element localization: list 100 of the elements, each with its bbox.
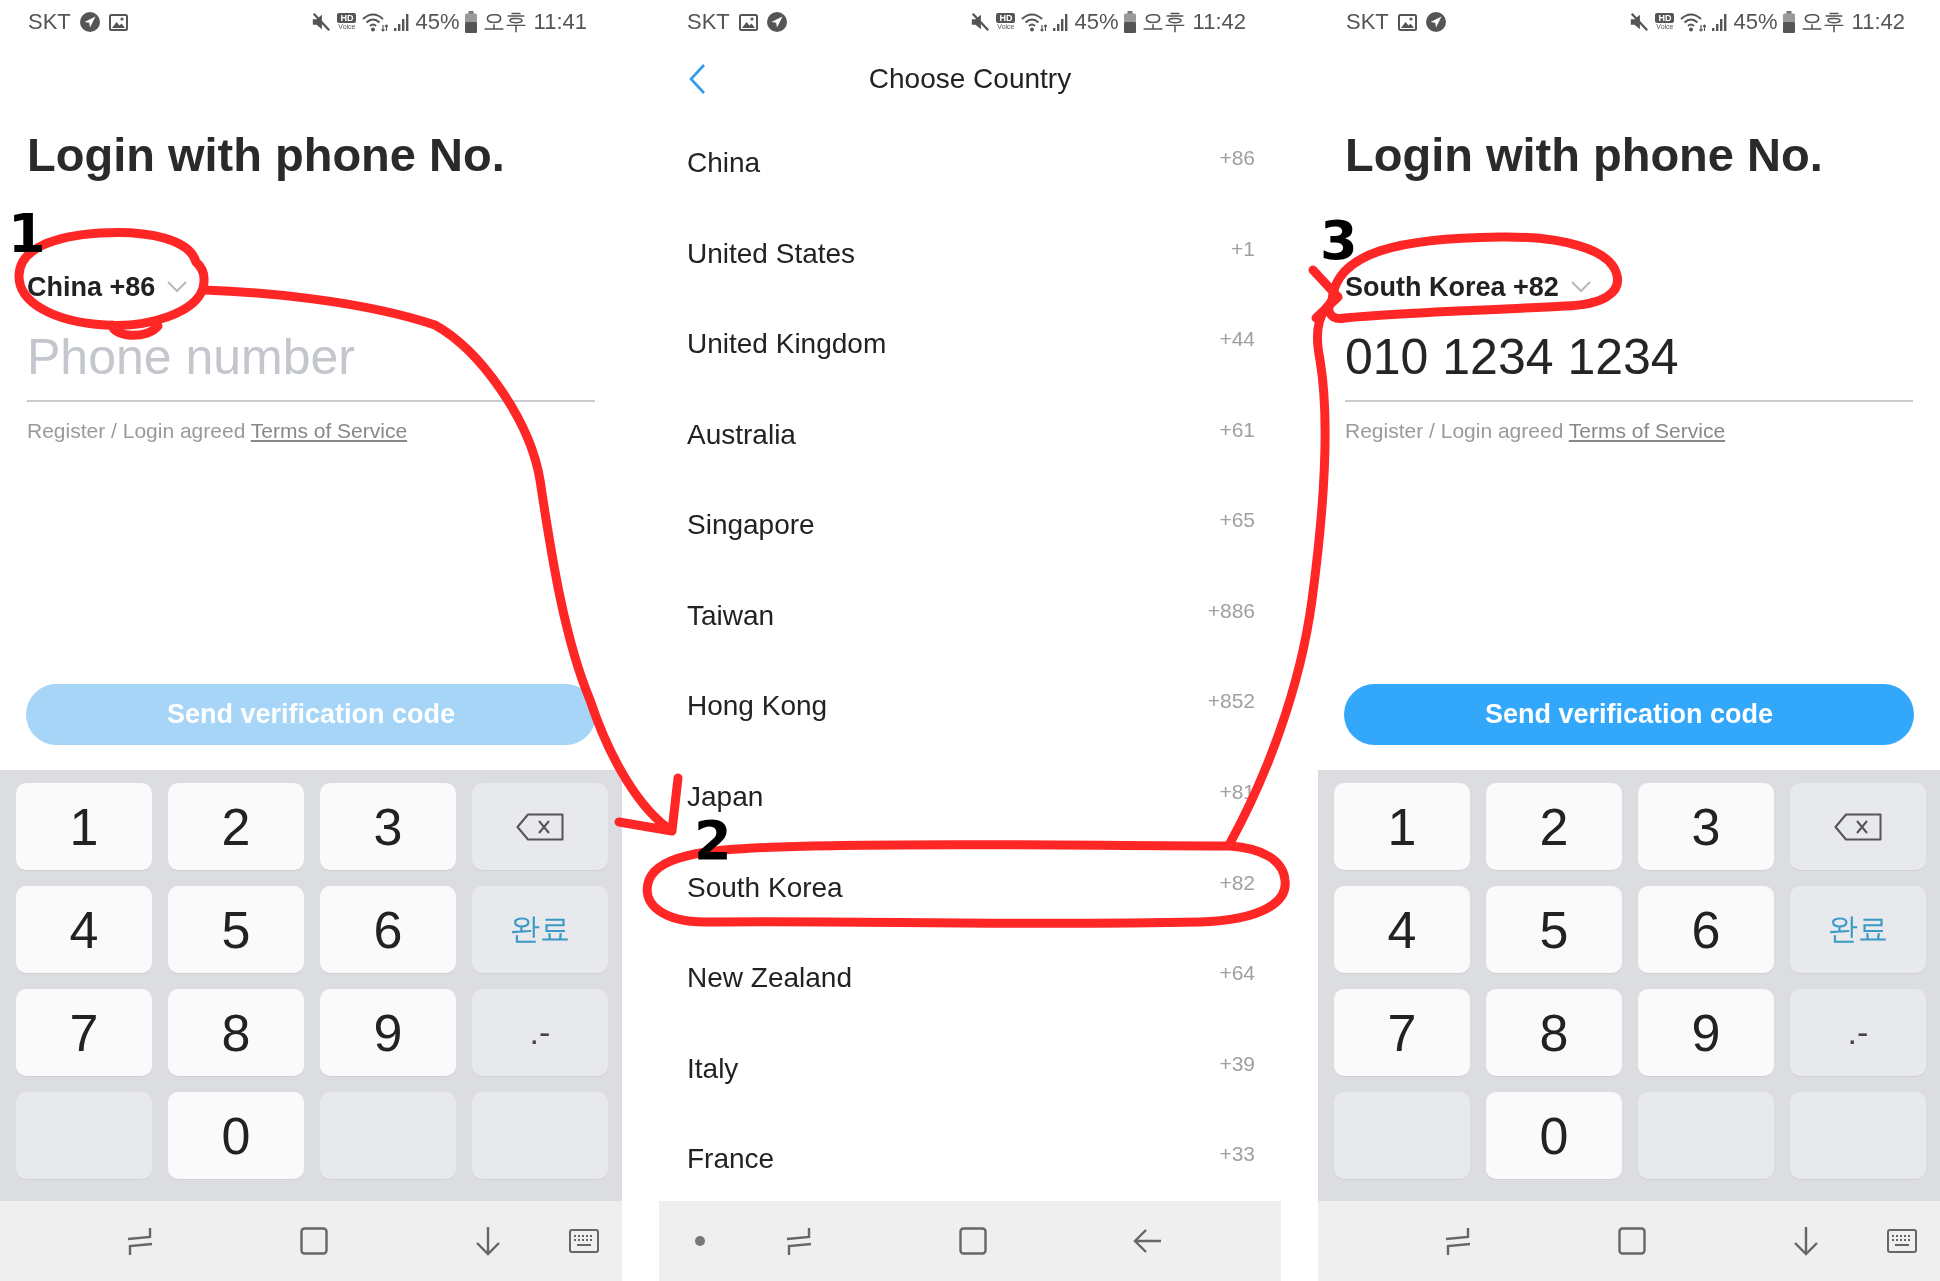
dialing-code: +44 bbox=[1219, 326, 1255, 353]
phone-number-field[interactable]: 010 1234 1234 bbox=[1345, 327, 1913, 402]
digit-key[interactable]: 1 bbox=[16, 783, 152, 870]
page-title: Login with phone No. bbox=[27, 127, 505, 183]
keyboard-icon[interactable] bbox=[569, 1229, 599, 1253]
dialing-code: +852 bbox=[1207, 688, 1255, 715]
symbol-key[interactable]: .- bbox=[1790, 989, 1926, 1076]
carrier-name: SKT bbox=[687, 9, 730, 35]
dialing-code: +1 bbox=[1231, 235, 1255, 262]
keyboard-icon[interactable] bbox=[1887, 1229, 1917, 1253]
dialing-code: +39 bbox=[1219, 1050, 1255, 1077]
caret-down-icon bbox=[1570, 281, 1591, 293]
terms-link[interactable]: Terms of Service bbox=[250, 419, 408, 442]
digit-key[interactable]: 9 bbox=[320, 989, 456, 1076]
back-icon[interactable] bbox=[1132, 1228, 1162, 1254]
step-number: 1 bbox=[8, 210, 46, 258]
digit-key[interactable]: 5 bbox=[1486, 886, 1622, 973]
terms-notice: Register / Login agreed Terms of Service bbox=[1345, 418, 1726, 444]
hide-keyboard-icon[interactable] bbox=[474, 1226, 502, 1256]
dialing-code: +886 bbox=[1207, 597, 1255, 624]
dot-icon[interactable] bbox=[695, 1236, 705, 1246]
wifi-icon bbox=[1680, 12, 1707, 32]
hide-keyboard-icon[interactable] bbox=[1792, 1226, 1820, 1256]
digit-key[interactable]: 6 bbox=[1638, 886, 1774, 973]
mute-icon bbox=[970, 12, 991, 32]
wifi-icon bbox=[1021, 12, 1048, 32]
clock-time: 오후 11:42 bbox=[1142, 9, 1246, 35]
dialing-code: +61 bbox=[1219, 416, 1255, 443]
hd-badge: HD bbox=[1655, 13, 1675, 23]
digit-key[interactable]: 5 bbox=[168, 886, 304, 973]
phone-number-field[interactable]: Phone number bbox=[27, 327, 595, 402]
country-name[interactable]: Australia bbox=[687, 416, 796, 453]
home-icon[interactable] bbox=[959, 1227, 987, 1255]
digit-key[interactable]: 8 bbox=[1486, 989, 1622, 1076]
hd-badge: HD bbox=[996, 13, 1016, 23]
digit-key[interactable]: 4 bbox=[1334, 886, 1470, 973]
country-name[interactable]: South Korea bbox=[687, 869, 843, 906]
picture-icon bbox=[738, 13, 758, 31]
dialing-code: +33 bbox=[1219, 1141, 1255, 1168]
digit-key[interactable]: 7 bbox=[16, 989, 152, 1076]
symbol-key[interactable]: .- bbox=[472, 989, 608, 1076]
country-name[interactable]: United States bbox=[687, 235, 856, 272]
step-number: 3 bbox=[1320, 217, 1358, 265]
digit-key[interactable]: 1 bbox=[1334, 783, 1470, 870]
battery-percentage: 45% bbox=[1733, 9, 1778, 35]
recent-apps-icon[interactable] bbox=[126, 1226, 154, 1256]
country-name[interactable]: China bbox=[687, 145, 761, 181]
chevron-left-icon bbox=[688, 63, 706, 95]
country-name[interactable]: Taiwan bbox=[687, 597, 775, 634]
hd-badge: HD bbox=[337, 13, 357, 23]
country-name[interactable]: Japan bbox=[687, 779, 764, 816]
clock-time: 오후 11:41 bbox=[483, 9, 587, 35]
country-selector[interactable]: China +86 bbox=[27, 269, 188, 305]
digit-key[interactable]: 0 bbox=[168, 1092, 304, 1179]
country-name[interactable]: Singapore bbox=[687, 507, 815, 544]
country-name[interactable]: Hong Kong bbox=[687, 688, 828, 725]
battery-icon bbox=[465, 11, 478, 33]
digit-key[interactable]: 3 bbox=[320, 783, 456, 870]
digit-key[interactable]: 0 bbox=[1486, 1092, 1622, 1179]
recent-apps-icon[interactable] bbox=[785, 1226, 813, 1256]
carrier-name: SKT bbox=[1346, 9, 1389, 35]
signal-icon bbox=[394, 13, 410, 31]
picture-icon bbox=[1397, 13, 1417, 31]
terms-link[interactable]: Terms of Service bbox=[1568, 419, 1726, 442]
country-name[interactable]: Italy bbox=[687, 1050, 739, 1087]
country-name[interactable]: France bbox=[687, 1141, 775, 1178]
battery-percentage: 45% bbox=[1074, 9, 1119, 35]
backspace-icon bbox=[516, 812, 564, 841]
terms-notice: Register / Login agreed Terms of Service bbox=[27, 418, 408, 444]
battery-icon bbox=[1124, 11, 1137, 33]
screen-title: Choose Country bbox=[868, 62, 1072, 96]
dialing-code: +86 bbox=[1219, 145, 1255, 171]
mute-icon bbox=[1629, 12, 1650, 32]
digit-key[interactable]: 3 bbox=[1638, 783, 1774, 870]
recent-apps-icon[interactable] bbox=[1444, 1226, 1472, 1256]
digit-key[interactable]: 7 bbox=[1334, 989, 1470, 1076]
wifi-icon bbox=[362, 12, 389, 32]
digit-key[interactable]: 9 bbox=[1638, 989, 1774, 1076]
country-name[interactable]: United Kingdom bbox=[687, 326, 887, 363]
carrier-name: SKT bbox=[28, 9, 71, 35]
digit-key[interactable]: 2 bbox=[168, 783, 304, 870]
clock-time: 오후 11:42 bbox=[1801, 9, 1905, 35]
backspace-icon bbox=[1834, 812, 1882, 841]
mute-icon bbox=[311, 12, 332, 32]
digit-key[interactable]: 8 bbox=[168, 989, 304, 1076]
battery-icon bbox=[1783, 11, 1796, 33]
signal-icon bbox=[1712, 13, 1728, 31]
dialing-code: +65 bbox=[1219, 507, 1255, 534]
page-title: Login with phone No. bbox=[1345, 127, 1823, 183]
picture-icon bbox=[108, 13, 128, 31]
country-name[interactable]: New Zealand bbox=[687, 960, 852, 997]
digit-key[interactable]: 2 bbox=[1486, 783, 1622, 870]
battery-percentage: 45% bbox=[415, 9, 460, 35]
digit-key[interactable]: 6 bbox=[320, 886, 456, 973]
signal-icon bbox=[1053, 13, 1069, 31]
home-icon[interactable] bbox=[1618, 1227, 1646, 1255]
home-icon[interactable] bbox=[300, 1227, 328, 1255]
digit-key[interactable]: 4 bbox=[16, 886, 152, 973]
back-button[interactable] bbox=[688, 63, 706, 95]
dialing-code: +82 bbox=[1219, 869, 1255, 896]
